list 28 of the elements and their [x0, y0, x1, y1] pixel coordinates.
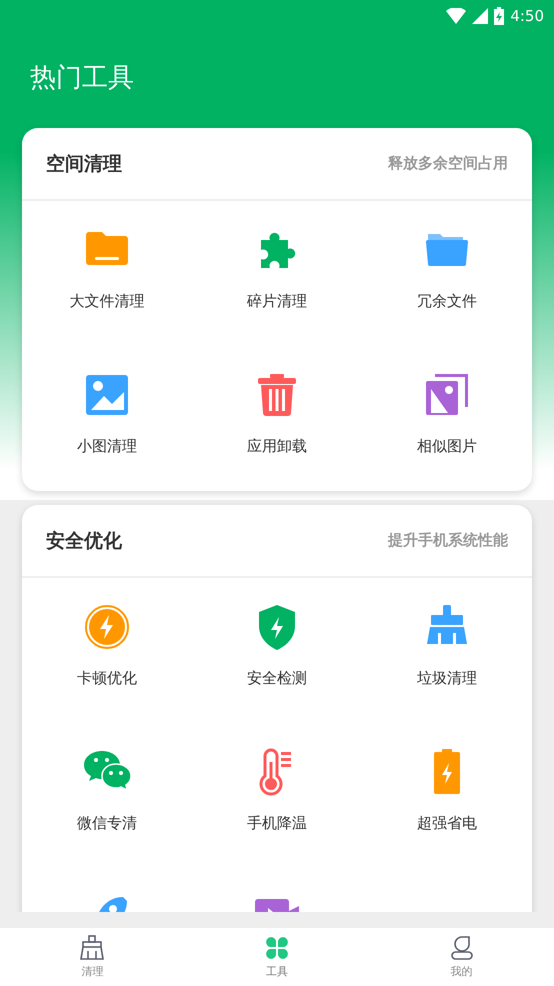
- tool-button[interactable]: 超强省电: [362, 723, 532, 868]
- tool-button[interactable]: 大文件清理: [22, 201, 192, 346]
- page-title: 热门工具: [29, 62, 135, 95]
- nav-tab[interactable]: 工具: [184, 928, 370, 986]
- broom-icon: [79, 935, 106, 961]
- bolt-icon: [83, 603, 131, 651]
- tool-button[interactable]: 相似图片: [362, 346, 532, 491]
- tool-button[interactable]: 垃圾清理: [362, 578, 532, 723]
- tool-button[interactable]: 应用卸载: [192, 346, 362, 491]
- card-subtitle: 提升手机系统性能: [388, 531, 508, 550]
- card-title: 安全优化: [46, 528, 122, 554]
- clover-icon: [264, 935, 290, 961]
- tool-button[interactable]: 小图清理: [22, 346, 192, 491]
- person-icon: [448, 935, 475, 961]
- tool-button[interactable]: 卡顿优化: [22, 578, 192, 723]
- card-title: 空间清理: [46, 152, 122, 176]
- nav-tab[interactable]: 我的: [369, 928, 554, 986]
- tool-button[interactable]: 安全检测: [192, 578, 362, 723]
- battery-icon: [494, 7, 504, 25]
- tool-button[interactable]: 微信专清: [22, 723, 192, 868]
- tool-button[interactable]: 碎片清理: [192, 201, 362, 346]
- tool-button[interactable]: 冗余文件: [362, 201, 532, 346]
- signal-icon: [472, 8, 488, 24]
- card-subtitle: 释放多余空间占用: [388, 154, 508, 173]
- nav-tab[interactable]: 清理: [0, 928, 185, 986]
- wifi-icon: [446, 8, 466, 24]
- status-time: 4:50: [510, 7, 544, 25]
- tool-button[interactable]: 手机降温: [192, 723, 362, 868]
